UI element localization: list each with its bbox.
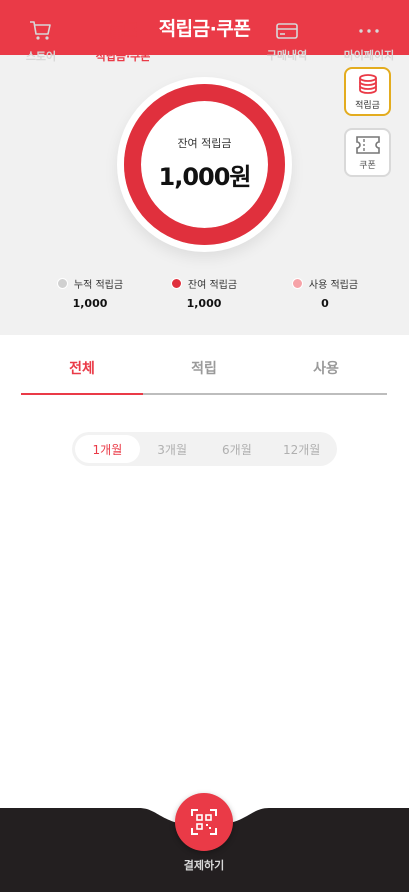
nav-store-label: 스토어 [25,50,57,63]
period-3-months[interactable]: 3개월 [140,435,205,463]
nav-pay-label: 결제하기 [183,859,225,872]
legend-accumulated: 누적 적립금 1,000 [30,276,150,310]
coupon-toggle-label: 쿠폰 [359,160,376,171]
legend-value: 1,000 [186,297,222,310]
qr-scan-icon [191,809,217,835]
legend-dot-accumulated [56,278,68,289]
tab-earned[interactable]: 적립 [143,343,265,393]
nav-purchase-history-label: 구매내역 [266,49,308,62]
pay-scan-button[interactable] [175,793,233,851]
balance-donut-chart: 잔여 적립금 1,000원 [117,77,292,252]
more-dots-icon [359,29,379,33]
cart-icon [30,21,51,40]
legend-value: 0 [321,297,329,310]
legend-used: 사용 적립금 0 [265,276,385,310]
nav-points-coupons-label: 적립금·쿠폰 [95,50,151,63]
history-tabs: 전체 적립 사용 [21,343,387,395]
remaining-points-value: 1,000원 [158,163,252,191]
tab-all[interactable]: 전체 [21,343,143,395]
points-summary-panel: 잔여 적립금 1,000원 적립금 쿠폰 누적 적립금 1,000 잔여 적립금… [0,55,409,335]
legend-label: 누적 적립금 [73,280,124,291]
nav-points-coupons[interactable]: 적립금·쿠폰 [82,0,164,84]
period-1-month[interactable]: 1개월 [75,435,140,463]
coins-coupon-icon [109,21,137,41]
period-12-months[interactable]: 12개월 [269,435,334,463]
card-icon [276,23,298,39]
points-toggle-label: 적립금 [355,100,380,111]
nav-my-page[interactable]: 마이페이지 [328,0,409,84]
tab-used[interactable]: 사용 [265,343,387,393]
period-6-months[interactable]: 6개월 [205,435,270,463]
nav-purchase-history[interactable]: 구매내역 [246,0,328,84]
period-selector: 1개월 3개월 6개월 12개월 [72,432,337,466]
remaining-points-label: 잔여 적립금 [177,137,232,150]
legend-value: 1,000 [72,297,108,310]
page-title: 적립금·쿠폰 [158,18,251,40]
nav-store[interactable]: 스토어 [0,0,82,84]
nav-my-page-label: 마이페이지 [343,49,395,62]
legend-label: 사용 적립금 [308,280,359,291]
legend-remaining: 잔여 적립금 1,000 [144,276,264,310]
legend-dot-remaining [170,278,182,289]
legend-dot-used [291,278,303,289]
coupon-toggle-button[interactable]: 쿠폰 [344,128,391,177]
legend-label: 잔여 적립금 [187,280,238,291]
donut-center: 잔여 적립금 1,000원 [117,77,292,252]
ticket-icon [355,135,380,154]
